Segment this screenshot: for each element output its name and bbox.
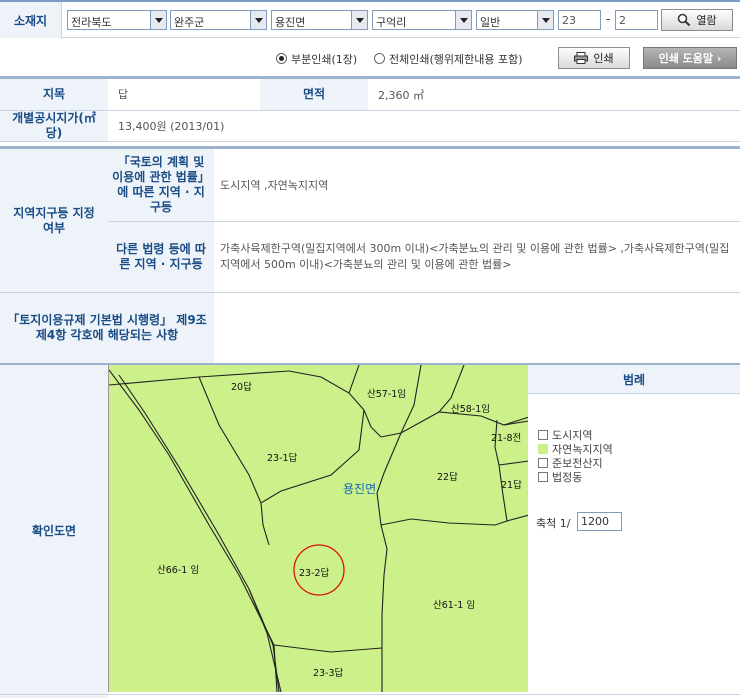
location-bar: 소재지 전라북도 완주군 용진면 구억리 일반 23 - 2 열람 (0, 0, 740, 38)
zoning-section-label: 지역지구등 지정여부 (0, 149, 108, 292)
legend-item: 법정동 (552, 471, 583, 484)
map-canvas: 20답 산57-1임 산58-1임 21-8전 23-1답 22답 21답 산6… (108, 364, 530, 693)
county-select[interactable]: 완주군 (170, 10, 267, 30)
price-value: 13,400원 (2013/01) (118, 120, 225, 133)
law2-value: 가축사육제한구역(밀집지역에서 300m 이내)<가축분뇨의 관리 및 이용에 … (220, 242, 730, 271)
partial-print-radio[interactable] (276, 53, 287, 64)
land-type-value: 일반 (480, 16, 501, 29)
sub-number-input[interactable]: 2 (615, 10, 658, 30)
area-value: 2,360 ㎡ (378, 88, 424, 102)
cadastral-map[interactable]: 20답 산57-1임 산58-1임 21-8전 23-1답 22답 21답 산6… (108, 364, 530, 693)
county-value: 완주군 (174, 16, 205, 29)
area-label: 면적 (260, 79, 368, 110)
price-label: 개별공시지가(㎡당) (0, 111, 108, 141)
article-label: 「토지이용규제 기본법 시행령」 제9조제4항 각호에 해당되는 사항 (0, 293, 214, 363)
chevron-down-icon (351, 11, 367, 29)
main-number-input[interactable]: 23 (558, 10, 601, 30)
divider (0, 141, 740, 142)
parcel-label: 산61-1 임 (433, 599, 475, 611)
parcel-label: 산66-1 임 (157, 564, 199, 576)
category-label: 지목 (0, 79, 108, 110)
print-button[interactable]: 인쇄 (558, 47, 630, 69)
magnifier-icon (678, 13, 691, 27)
region-label: 용진면 (343, 482, 376, 496)
number-separator: - (606, 12, 611, 26)
view-button-label: 열람 (696, 14, 717, 27)
full-print-radio[interactable] (374, 53, 385, 64)
printer-icon (574, 52, 589, 64)
legend-swatch (538, 458, 548, 468)
parcel-label: 22답 (437, 471, 458, 483)
law2-label: 다른 법령 등에 따른 지역 · 지구등 (108, 222, 214, 292)
village-select[interactable]: 구억리 (372, 10, 472, 30)
parcel-label: 20답 (231, 381, 252, 393)
chevron-down-icon (150, 11, 166, 29)
parcel-label: 21답 (501, 479, 522, 491)
chevron-down-icon (455, 11, 471, 29)
parcel-label: 23-2답 (299, 567, 330, 579)
legend-title: 범례 (528, 365, 740, 394)
parcel-label: 23-3답 (313, 667, 344, 679)
divider (0, 694, 740, 695)
map-section-label: 확인도면 (0, 365, 108, 698)
parcel-label: 산58-1임 (451, 403, 490, 415)
full-print-label: 전체인쇄(행위제한내용 포함) (389, 53, 523, 66)
parcel-label: 산57-1임 (367, 388, 406, 400)
parcel-label: 23-1답 (267, 452, 298, 464)
view-button[interactable]: 열람 (661, 9, 733, 31)
town-value: 용진면 (275, 16, 306, 29)
province-value: 전라북도 (71, 16, 112, 29)
land-type-select[interactable]: 일반 (476, 10, 554, 30)
law1-label: 「국토의 계획 및 이용에 관한 법률」 에 따른 지역 · 지구등 (108, 149, 214, 221)
partial-print-label: 부분인쇄(1장) (291, 53, 358, 66)
town-select[interactable]: 용진면 (271, 10, 368, 30)
article-value (214, 293, 740, 363)
scale-input[interactable]: 1200 (577, 512, 622, 531)
scale-label: 축척 1/ (536, 517, 571, 530)
legend-panel: 범례 도시지역 자연녹지지역 준보전산지 법정동 축척 1/ 1200 (528, 365, 740, 698)
province-select[interactable]: 전라북도 (67, 10, 167, 30)
chevron-down-icon (250, 11, 266, 29)
parcel-label: 21-8전 (491, 433, 521, 444)
legend-swatch (538, 472, 548, 482)
legend-swatch (538, 430, 548, 440)
category-value: 답 (118, 88, 129, 101)
village-value: 구억리 (376, 16, 407, 29)
print-help-button[interactable]: 인쇄 도움말 › (643, 47, 737, 69)
location-label: 소재지 (0, 2, 62, 38)
law1-value: 도시지역 ,자연녹지지역 (220, 179, 329, 192)
print-button-label: 인쇄 (593, 52, 614, 65)
chevron-down-icon (537, 11, 553, 29)
legend-swatch (538, 444, 548, 454)
